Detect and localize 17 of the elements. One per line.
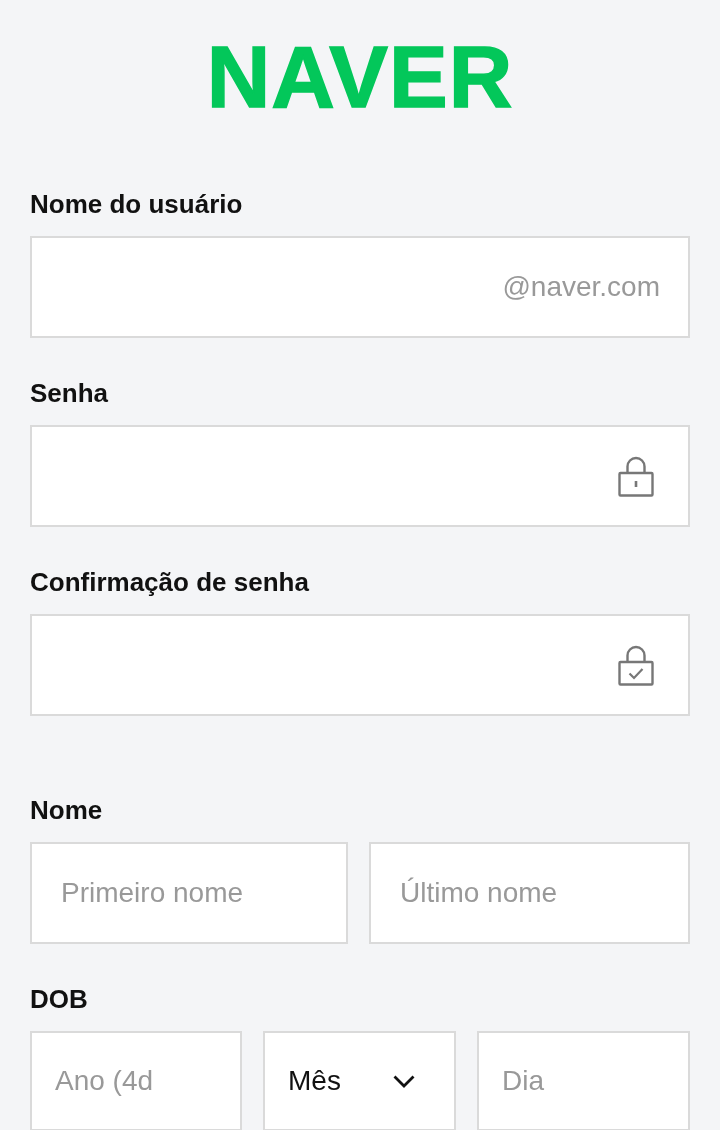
domain-suffix: @naver.com [502,271,660,303]
first-name-field[interactable]: Primeiro nome [30,842,348,944]
field-label: Confirmação de senha [30,567,309,597]
lock-icon [618,455,654,497]
confirm-password-field[interactable] [30,614,690,716]
chevron-down-icon [393,1074,415,1088]
field-label: DOB [30,984,88,1014]
year-field[interactable]: Ano (4d [30,1031,242,1130]
month-dropdown[interactable]: Mês [263,1031,456,1130]
lock-check-icon [618,644,654,686]
last-name-field[interactable]: Último nome [369,842,690,944]
day-field[interactable]: Dia [477,1031,690,1130]
field-label: Nome [30,795,103,825]
logo-wordmark: NAVER [206,33,514,121]
field-label: Nome do usuário [30,189,243,219]
password-field[interactable] [30,425,690,527]
field-label: Senha [30,378,109,408]
